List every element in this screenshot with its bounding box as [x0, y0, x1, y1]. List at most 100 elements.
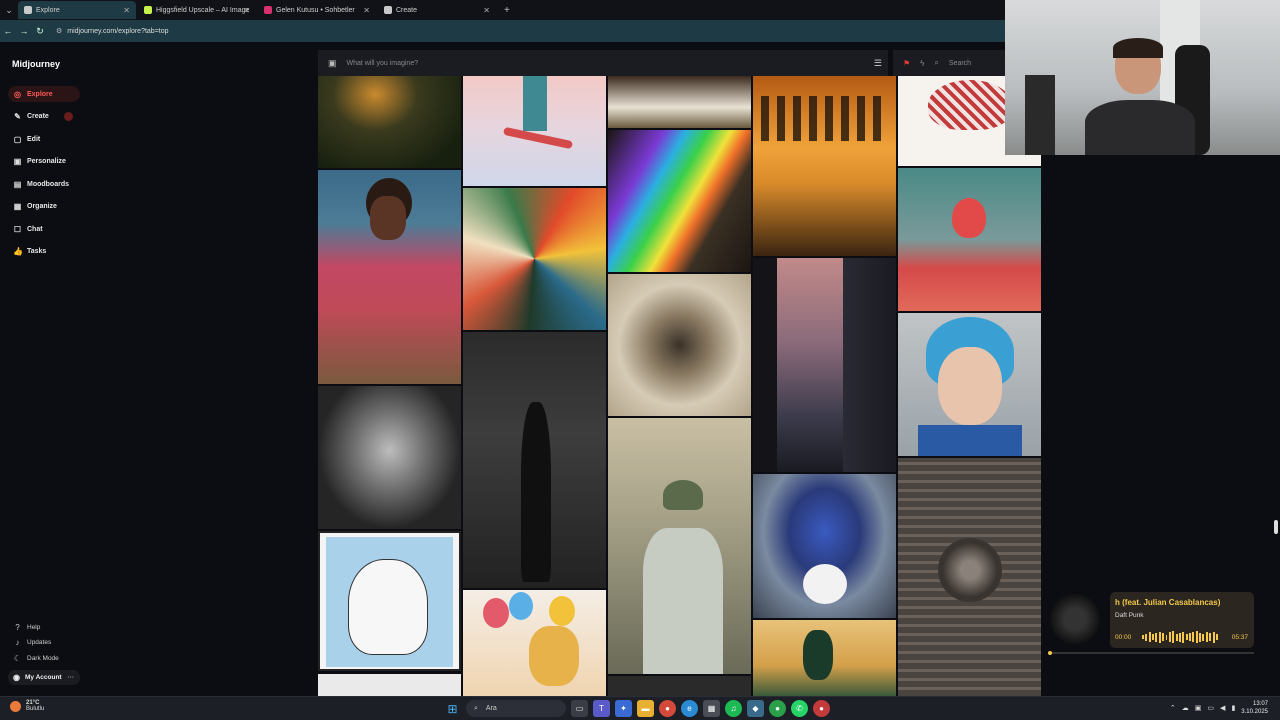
gallery-image[interactable] [318, 531, 461, 671]
tab-create[interactable]: Create ✕ [378, 1, 496, 19]
volume-icon[interactable]: ◀ [1220, 704, 1225, 712]
sidebar-item-personalize[interactable]: ▣ Personalize [8, 153, 80, 169]
taskbar-apps: ⊞ ⌕ Ara ▭ T ✦ ▬ ● e ▦ ♫ ◆ ● ✆ ● [444, 700, 830, 717]
sidebar-item-chat[interactable]: ☐ Chat [8, 221, 80, 237]
calculator-icon[interactable]: ▦ [703, 700, 720, 717]
os-taskbar: 21°C Bulutlu ⊞ ⌕ Ara ▭ T ✦ ▬ ● e ▦ ♫ ◆ ●… [0, 696, 1280, 720]
tab-inbox[interactable]: Gelen Kutusu • Sohbetler ✕ [258, 1, 376, 19]
gallery-image[interactable] [608, 274, 751, 416]
gallery-image[interactable] [753, 76, 896, 256]
speed-icon[interactable]: ϟ [920, 59, 924, 68]
close-icon[interactable]: ✕ [363, 6, 370, 15]
waveform-bar [1142, 635, 1144, 639]
sidebar-item-moodboards[interactable]: ▤ Moodboards [8, 176, 80, 192]
taskbar-search[interactable]: ⌕ Ara [466, 700, 566, 717]
gallery-image[interactable] [608, 418, 751, 674]
waveform-bar [1185, 634, 1188, 640]
tab-favicon [24, 6, 32, 14]
chrome-icon[interactable]: ● [659, 700, 676, 717]
gallery-image[interactable] [608, 676, 751, 696]
updates-link[interactable]: ♪ Updates [8, 635, 52, 649]
gallery-image[interactable] [753, 258, 896, 472]
site-info-icon[interactable]: ⚙ [56, 27, 62, 35]
new-tab-icon[interactable]: + [504, 5, 510, 16]
chrome-alt-icon[interactable]: ● [813, 700, 830, 717]
close-icon[interactable]: ✕ [123, 6, 130, 15]
now-playing-card[interactable]: h (feat. Julian Casablancas) Daft Punk 0… [1110, 592, 1254, 648]
windows-start-icon[interactable]: ⊞ [444, 700, 461, 717]
task-view-icon[interactable]: ▭ [571, 700, 588, 717]
tray-app-icon[interactable]: ▣ [1195, 704, 1202, 712]
my-account-button[interactable]: ◉ My Account ··· [8, 670, 80, 685]
battery-icon[interactable]: ▮ [1231, 704, 1235, 712]
gallery-image[interactable] [463, 590, 606, 696]
clock-time: 13:07 [1252, 701, 1268, 707]
gallery-image[interactable] [898, 313, 1041, 456]
reload-icon[interactable]: ↻ [32, 26, 48, 37]
user-icon: ◉ [13, 673, 20, 682]
edge-icon[interactable]: e [681, 700, 698, 717]
duration-time: 05:37 [1231, 634, 1248, 641]
copilot-icon[interactable]: ✦ [615, 700, 632, 717]
gallery-image[interactable] [608, 76, 751, 128]
sidebar-item-edit[interactable]: ▢ Edit [8, 131, 80, 147]
gallery-image[interactable] [898, 168, 1041, 311]
waveform-bar [1212, 631, 1215, 643]
search-input[interactable]: Search [949, 60, 971, 67]
waveform-bar [1162, 633, 1165, 641]
gallery-image[interactable] [318, 674, 461, 696]
weather-text: Bulutlu [26, 706, 45, 712]
close-icon[interactable]: ✕ [483, 6, 490, 15]
gallery-image[interactable] [753, 474, 896, 618]
teams-icon[interactable]: T [593, 700, 610, 717]
network-icon[interactable]: ▭ [1207, 704, 1214, 712]
spotify-icon[interactable]: ♫ [725, 700, 742, 717]
personalize-toggle-icon[interactable]: ⚑ [903, 59, 910, 68]
bottom-item-label: Help [27, 623, 41, 631]
close-icon[interactable]: ✕ [243, 6, 250, 15]
image-prompt-icon[interactable]: ▣ [328, 58, 337, 69]
help-link[interactable]: ? Help [8, 620, 40, 634]
brand-logo[interactable]: Midjourney [12, 59, 60, 69]
gallery-image[interactable] [318, 76, 461, 168]
prompt-input[interactable]: What will you imagine? [347, 60, 419, 67]
gallery-image[interactable] [608, 130, 751, 272]
tab-label: Gelen Kutusu • Sohbetler [276, 6, 355, 14]
gallery-image[interactable] [463, 332, 606, 588]
tab-higgsfield[interactable]: Higgsfield Upscale – AI Image ✕ [138, 1, 256, 19]
settings-sliders-icon[interactable]: ☰ [874, 58, 882, 69]
weather-widget[interactable]: 21°C Bulutlu [10, 700, 44, 712]
tab-list-chevron-icon[interactable]: ⌄ [0, 1, 18, 19]
waveform-bar [1209, 633, 1212, 641]
app-icon[interactable]: ◆ [747, 700, 764, 717]
more-icon[interactable]: ··· [68, 674, 75, 681]
prompt-bar[interactable]: ▣ What will you imagine? ☰ [318, 50, 888, 76]
playback-progress[interactable] [1048, 652, 1254, 654]
gallery-image[interactable] [898, 458, 1041, 696]
progress-handle[interactable] [1048, 651, 1052, 655]
personalize-icon: ▣ [13, 156, 22, 166]
tray-chevron-icon[interactable]: ⌃ [1170, 704, 1176, 712]
edit-icon: ▢ [13, 134, 22, 144]
gallery-image[interactable] [318, 386, 461, 529]
dark-mode-toggle[interactable]: ☾ Dark Mode [8, 651, 59, 665]
gallery-image[interactable] [318, 170, 461, 384]
grid-icon: ▦ [13, 201, 22, 211]
gallery-image[interactable] [753, 620, 896, 696]
page-scrollbar[interactable] [1274, 520, 1278, 534]
sidebar-item-tasks[interactable]: 👍 Tasks [8, 243, 80, 259]
chrome-profile-icon[interactable]: ● [769, 700, 786, 717]
gallery-image[interactable] [463, 188, 606, 330]
tab-explore[interactable]: Explore ✕ [18, 1, 136, 19]
clock[interactable]: 13:07 3.10.2025 [1241, 700, 1268, 716]
onedrive-icon[interactable]: ☁ [1182, 704, 1189, 712]
url-field[interactable]: ⚙ midjourney.com/explore?tab=top [56, 27, 169, 36]
whatsapp-icon[interactable]: ✆ [791, 700, 808, 717]
back-icon[interactable]: ← [0, 26, 16, 36]
file-explorer-icon[interactable]: ▬ [637, 700, 654, 717]
gallery-image[interactable] [463, 76, 606, 186]
waveform-bar [1165, 634, 1168, 640]
sidebar-item-organize[interactable]: ▦ Organize [8, 198, 80, 214]
forward-icon[interactable]: → [16, 26, 32, 36]
sidebar-item-explore[interactable]: ◎ Explore [8, 86, 80, 102]
